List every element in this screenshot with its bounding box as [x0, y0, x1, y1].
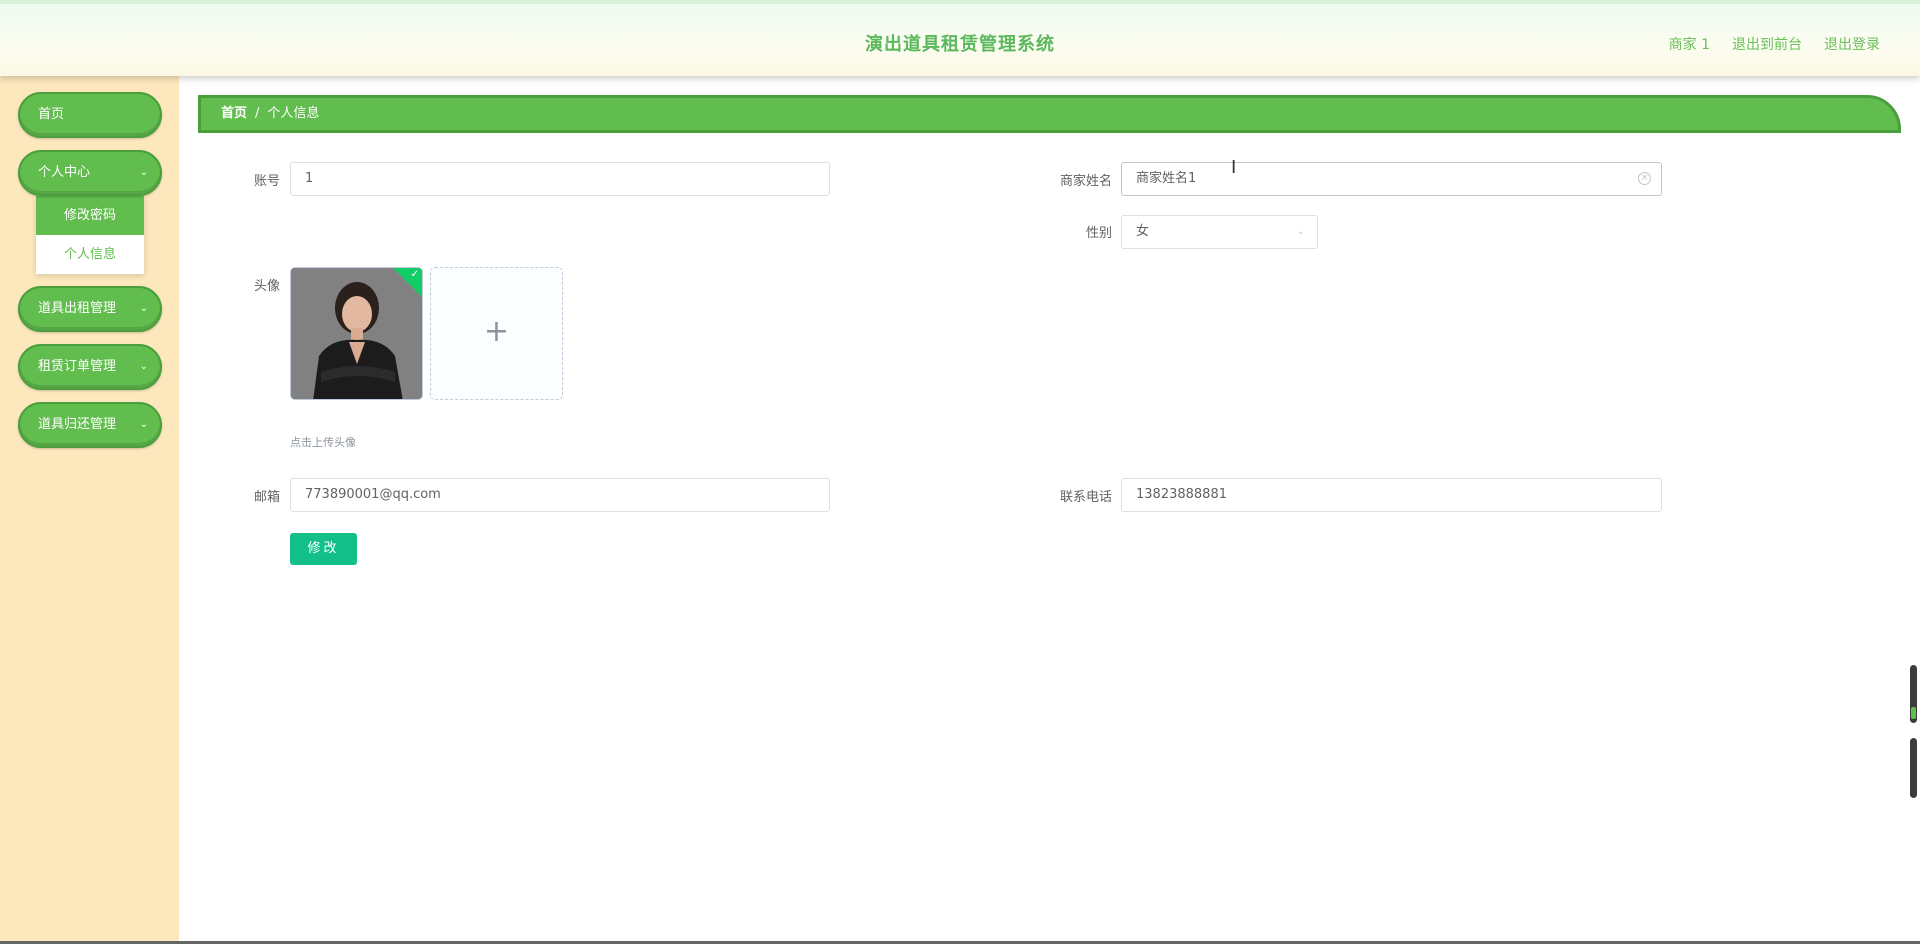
breadcrumb-current: 个人信息 — [267, 106, 320, 121]
upload-tip: 点击上传头像 — [290, 436, 356, 449]
email-input[interactable]: 773890001@qq.com — [290, 478, 830, 512]
phone-label: 联系电话 — [1059, 490, 1112, 505]
chevron-down-icon: ⌄ — [1296, 226, 1305, 237]
text-cursor-icon: I — [1231, 157, 1237, 178]
submit-button[interactable]: 修改 — [290, 533, 357, 565]
gender-select[interactable]: 女 ⌄ — [1121, 215, 1318, 249]
clear-icon[interactable]: × — [1638, 172, 1651, 185]
app-title: 演出道具租赁管理系统 — [865, 34, 1055, 55]
submenu-item-change-password[interactable]: 修改密码 — [36, 196, 144, 235]
chevron-down-icon: ⌄ — [139, 167, 148, 178]
breadcrumb-separator: / — [255, 106, 260, 121]
chevron-down-icon: ⌄ — [139, 361, 148, 372]
user-name-link[interactable]: 商家 1 — [1669, 34, 1710, 54]
account-label: 账号 — [253, 174, 280, 189]
header-links: 商家 1 退出到前台 退出登录 — [1669, 34, 1880, 54]
gender-label: 性别 — [1085, 226, 1112, 241]
chevron-down-icon: ⌄ — [139, 303, 148, 314]
personal-center-submenu: 修改密码 个人信息 — [36, 196, 144, 274]
avatar-label: 头像 — [253, 279, 280, 294]
check-icon: ✓ — [410, 269, 419, 280]
submenu-item-personal-info[interactable]: 个人信息 — [36, 235, 144, 274]
email-label: 邮箱 — [253, 490, 280, 505]
phone-input[interactable]: 13823888881 — [1121, 478, 1662, 512]
sidebar-item-label: 首页 — [38, 107, 65, 122]
scrollbar-thumb-secondary[interactable] — [1910, 738, 1917, 798]
sidebar-item-label: 租赁订单管理 — [38, 359, 117, 374]
merchant-name-value: 商家姓名1 — [1136, 171, 1197, 186]
sidebar: 首页 个人中心 ⌄ 修改密码 个人信息 道具出租管理 ⌄ 租赁订单管理 ⌄ 道具… — [0, 76, 179, 944]
gender-selected-value: 女 — [1136, 224, 1150, 239]
breadcrumb-home[interactable]: 首页 — [221, 106, 247, 121]
sidebar-item-label: 道具出租管理 — [38, 301, 117, 316]
sidebar-item-label: 道具归还管理 — [38, 417, 117, 432]
chevron-down-icon: ⌄ — [139, 419, 148, 430]
back-to-front-link[interactable]: 退出到前台 — [1732, 34, 1802, 54]
sidebar-item-personal-center[interactable]: 个人中心 ⌄ — [18, 150, 162, 196]
sidebar-item-label: 个人中心 — [38, 165, 91, 180]
logout-link[interactable]: 退出登录 — [1824, 34, 1880, 54]
avatar-image[interactable]: ✓ — [290, 267, 423, 400]
sidebar-item-prop-return[interactable]: 道具归还管理 ⌄ — [18, 402, 162, 448]
avatar-portrait — [291, 268, 422, 399]
upload-avatar-button[interactable]: + — [430, 267, 563, 400]
merchant-name-label: 商家姓名 — [1059, 174, 1112, 189]
app-header: 演出道具租赁管理系统 商家 1 退出到前台 退出登录 — [0, 0, 1920, 76]
account-input[interactable]: 1 — [290, 162, 830, 196]
sidebar-item-rental-orders[interactable]: 租赁订单管理 ⌄ — [18, 344, 162, 390]
scrollbar-thumb[interactable] — [1910, 665, 1917, 723]
sidebar-item-home[interactable]: 首页 — [18, 92, 162, 138]
sidebar-item-prop-rental[interactable]: 道具出租管理 ⌄ — [18, 286, 162, 332]
merchant-name-input[interactable]: 商家姓名1 × — [1121, 162, 1662, 196]
breadcrumb: 首页 / 个人信息 — [198, 95, 1901, 133]
plus-icon: + — [483, 314, 510, 349]
